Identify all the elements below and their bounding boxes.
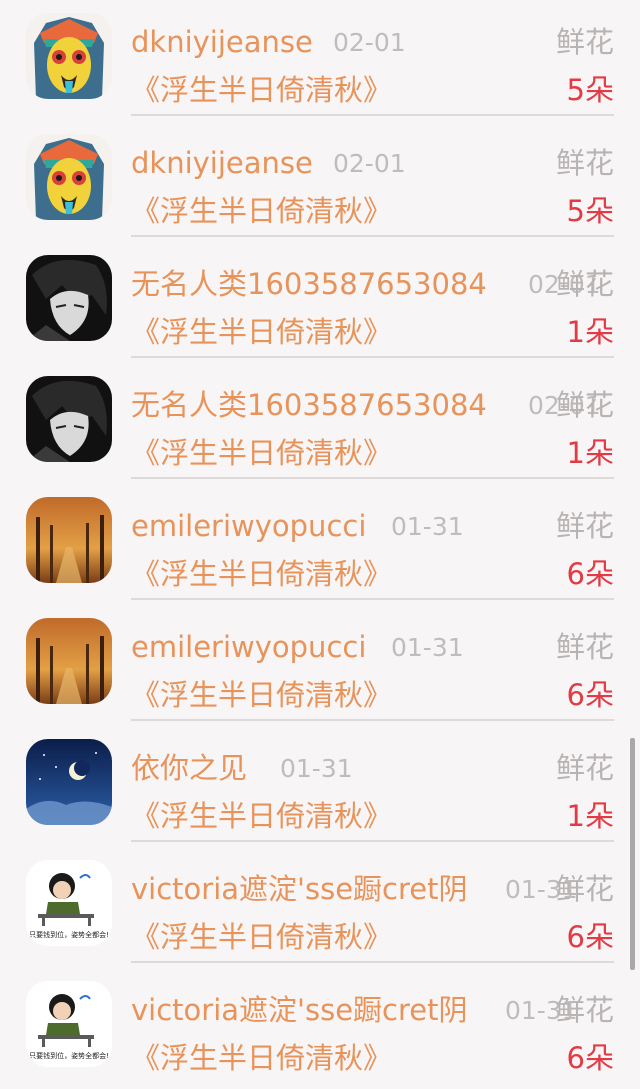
tribal-face-avatar-image (26, 134, 112, 220)
list-item[interactable]: dkniyijeanse 02-01 鲜花 《浮生半日倚清秋》 5朵 (0, 0, 640, 121)
gift-count: 6朵 (566, 1041, 614, 1075)
gift-count: 6朵 (566, 557, 614, 591)
user-name: 无名人类1603587653084 (131, 388, 487, 422)
gift-type-label: 鲜花 (555, 25, 614, 59)
divider (131, 598, 614, 600)
avatar[interactable] (26, 497, 112, 583)
list-item[interactable]: 依你之见 01-31 鲜花 《浮生半日倚清秋》 1朵 (0, 726, 640, 847)
gift-count: 1朵 (566, 315, 614, 349)
book-title: 《浮生半日倚清秋》 (131, 557, 393, 591)
user-name: emileriwyopucci (131, 630, 367, 664)
avatar[interactable] (26, 13, 112, 99)
divider (131, 719, 614, 721)
book-title: 《浮生半日倚清秋》 (131, 799, 393, 833)
divider (131, 114, 614, 116)
book-title: 《浮生半日倚清秋》 (131, 1041, 393, 1075)
user-name: dkniyijeanse (131, 25, 313, 59)
gift-type-label: 鲜花 (555, 630, 614, 664)
date-label: 01-31 (391, 512, 464, 541)
user-name: emileriwyopucci (131, 509, 367, 543)
list-item[interactable]: 无名人类1603587653084 02-01 鲜花 《浮生半日倚清秋》 1朵 (0, 242, 640, 363)
divider (131, 961, 614, 963)
gift-type-label: 鲜花 (555, 751, 614, 785)
divider (131, 356, 614, 358)
user-name: dkniyijeanse (131, 146, 313, 180)
gift-count: 5朵 (566, 194, 614, 228)
date-label: 02-01 (333, 149, 406, 178)
cartoon-desk-avatar-image: 只要钱到位，姿势全都会! (26, 981, 112, 1067)
anime-boy-avatar-image (26, 255, 112, 341)
cartoon-desk-avatar-image: 只要钱到位，姿势全都会! (26, 860, 112, 946)
book-title: 《浮生半日倚清秋》 (131, 678, 393, 712)
autumn-forest-avatar-image (26, 497, 112, 583)
gift-record-list: dkniyijeanse 02-01 鲜花 《浮生半日倚清秋》 5朵 dkniy… (0, 0, 640, 1089)
scrollbar[interactable] (630, 738, 635, 970)
night-moon-avatar-image (26, 739, 112, 825)
gift-count: 5朵 (566, 73, 614, 107)
gift-count: 1朵 (566, 436, 614, 470)
gift-type-label: 鲜花 (555, 993, 614, 1027)
avatar-caption: 只要钱到位，姿势全都会! (29, 930, 109, 939)
list-item[interactable]: 无名人类1603587653084 02-01 鲜花 《浮生半日倚清秋》 1朵 (0, 363, 640, 484)
user-name: 依你之见 (131, 751, 248, 785)
user-name: 无名人类1603587653084 (131, 267, 487, 301)
avatar[interactable] (26, 739, 112, 825)
tribal-face-avatar-image (26, 13, 112, 99)
list-item[interactable]: dkniyijeanse 02-01 鲜花 《浮生半日倚清秋》 5朵 (0, 121, 640, 242)
gift-type-label: 鲜花 (555, 388, 614, 422)
avatar[interactable] (26, 255, 112, 341)
user-name: victoria遮淀'sse蹰cret阴 (131, 993, 468, 1027)
avatar[interactable]: 只要钱到位，姿势全都会! (26, 860, 112, 946)
date-label: 01-31 (280, 754, 353, 783)
list-item[interactable]: emileriwyopucci 01-31 鲜花 《浮生半日倚清秋》 6朵 (0, 605, 640, 726)
divider (131, 840, 614, 842)
anime-boy-avatar-image (26, 376, 112, 462)
gift-type-label: 鲜花 (555, 146, 614, 180)
date-label: 01-31 (391, 633, 464, 662)
user-name: victoria遮淀'sse蹰cret阴 (131, 872, 468, 906)
book-title: 《浮生半日倚清秋》 (131, 315, 393, 349)
gift-type-label: 鲜花 (555, 872, 614, 906)
gift-type-label: 鲜花 (555, 509, 614, 543)
divider (131, 235, 614, 237)
avatar[interactable] (26, 618, 112, 704)
avatar[interactable] (26, 134, 112, 220)
list-item[interactable]: 只要钱到位，姿势全都会! victoria遮淀'sse蹰cret阴 01-31 … (0, 847, 640, 968)
gift-count: 6朵 (566, 920, 614, 954)
book-title: 《浮生半日倚清秋》 (131, 73, 393, 107)
gift-count: 1朵 (566, 799, 614, 833)
book-title: 《浮生半日倚清秋》 (131, 436, 393, 470)
list-item[interactable]: 只要钱到位，姿势全都会! victoria遮淀'sse蹰cret阴 01-31 … (0, 968, 640, 1089)
autumn-forest-avatar-image (26, 618, 112, 704)
gift-count: 6朵 (566, 678, 614, 712)
avatar[interactable] (26, 376, 112, 462)
list-item[interactable]: emileriwyopucci 01-31 鲜花 《浮生半日倚清秋》 6朵 (0, 484, 640, 605)
book-title: 《浮生半日倚清秋》 (131, 920, 393, 954)
gift-type-label: 鲜花 (555, 267, 614, 301)
avatar[interactable]: 只要钱到位，姿势全都会! (26, 981, 112, 1067)
book-title: 《浮生半日倚清秋》 (131, 194, 393, 228)
divider (131, 477, 614, 479)
date-label: 02-01 (333, 28, 406, 57)
avatar-caption: 只要钱到位，姿势全都会! (29, 1051, 109, 1060)
